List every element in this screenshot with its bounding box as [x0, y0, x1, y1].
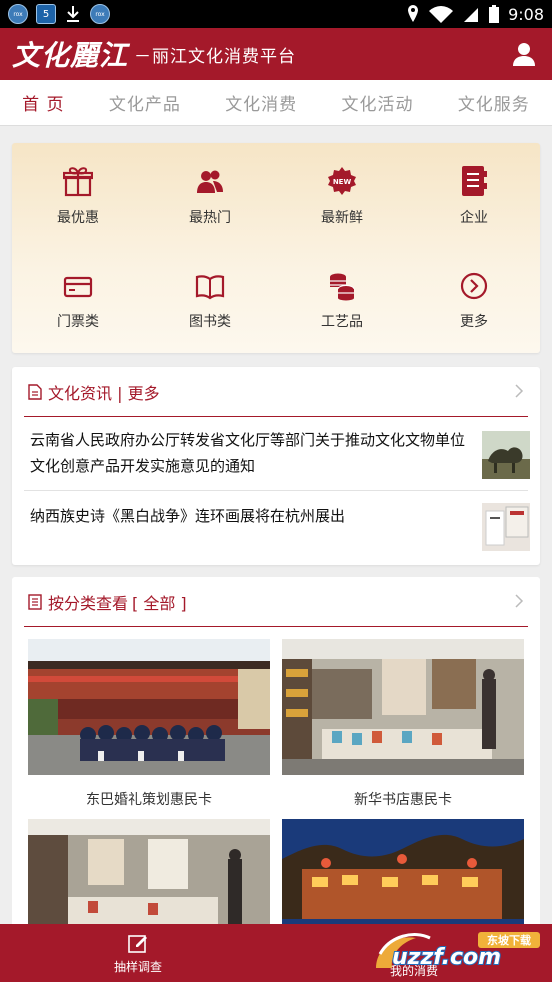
gift-icon	[63, 167, 93, 197]
bookstore-image	[28, 819, 270, 929]
grid-label: 企业	[460, 210, 488, 226]
coins-stack-icon	[330, 273, 355, 301]
watermark: uzzf.com 东坡下载	[366, 924, 546, 982]
cell-signal-icon	[464, 8, 479, 22]
battery-icon	[489, 5, 500, 23]
user-icon[interactable]	[510, 40, 538, 68]
watermark-brand: uzzf.com	[392, 945, 501, 970]
download-icon	[67, 6, 79, 22]
watermark-tag: 东坡下载	[487, 933, 531, 947]
product-caption: 新华书店惠民卡	[354, 792, 452, 808]
list-icon	[28, 593, 42, 610]
people-icon	[197, 170, 223, 193]
product-photo[interactable]	[28, 819, 270, 929]
uzzf-logo: uzzf.com 东坡下载	[376, 932, 540, 971]
category-section: 按分类查看 [ 全部 ] 东巴婚礼策划惠民卡 新华书店惠民卡	[12, 577, 540, 937]
product-photo[interactable]	[28, 639, 270, 775]
location-icon	[408, 5, 419, 22]
category-filter[interactable]: [ 全部 ]	[132, 590, 187, 614]
category-title: 按分类查看	[48, 593, 129, 613]
news-title: 文化资讯 | 更多	[48, 383, 160, 403]
tab-home[interactable]: 首 页	[22, 90, 64, 115]
grid-item-more[interactable]: 更多	[408, 271, 540, 331]
app-logo: 文化麗江	[12, 39, 129, 72]
edit-icon	[128, 935, 147, 953]
app-badge: rox	[13, 10, 23, 18]
chevron-circle-icon	[460, 272, 488, 300]
divider	[24, 490, 528, 491]
grid-item-enterprise[interactable]: 企业	[408, 165, 540, 227]
wifi-icon	[429, 6, 454, 23]
grid-item-tickets[interactable]: 门票类	[12, 273, 144, 331]
news-thumbnail	[482, 431, 530, 479]
category-header[interactable]: 按分类查看 [ 全部 ]	[24, 577, 528, 627]
grid-label: 最新鲜	[321, 210, 363, 226]
app-badge: 5	[42, 8, 50, 20]
grid-item-best-deals[interactable]: 最优惠	[12, 165, 144, 227]
svg-text:NEW: NEW	[333, 178, 352, 186]
ticket-card-icon	[63, 276, 93, 298]
app-header: 文化麗江 －丽江文化消费平台	[0, 28, 552, 80]
app-icon: 5	[36, 4, 56, 24]
new-badge-icon: NEW	[328, 167, 356, 195]
nav-tabs: 首 页 文化产品 文化消费 文化活动 文化服务	[0, 80, 552, 126]
document-icon	[28, 383, 42, 400]
product-photo[interactable]	[282, 819, 524, 929]
news-headline: 云南省人民政府办公厅转发省文化厅等部门关于推动文化文物单位文化创意产品开发实施意…	[30, 431, 466, 475]
open-book-icon	[195, 275, 225, 300]
news-headline: 纳西族史诗《黑白战争》连环画展将在杭州展出	[30, 507, 346, 525]
status-right: 9:08	[406, 4, 544, 24]
bookstore-image	[282, 639, 524, 775]
grid-label: 工艺品	[321, 314, 363, 330]
category-grid: 最优惠 最热门 NEW 最新鲜 企业 门票类 图书类 工艺品 更多	[12, 143, 540, 353]
app-badge: rox	[95, 10, 105, 18]
book-list-icon	[462, 166, 487, 196]
app-icon: rox	[90, 4, 110, 24]
grid-item-books[interactable]: 图书类	[144, 273, 276, 331]
news-item[interactable]: 纳西族史诗《黑白战争》连环画展将在杭州展出	[30, 503, 530, 551]
clock: 9:08	[508, 4, 544, 24]
grid-label: 门票类	[57, 314, 99, 330]
app-slogan: －丽江文化消费平台	[134, 46, 297, 67]
app-icon: rox	[8, 4, 28, 24]
product-caption: 东巴婚礼策划惠民卡	[86, 792, 212, 808]
grid-label: 最热门	[189, 210, 231, 226]
tab-culture-products[interactable]: 文化产品	[109, 90, 181, 115]
grid-item-newest[interactable]: NEW 最新鲜	[276, 165, 408, 227]
courtyard-image	[28, 639, 270, 775]
bottom-nav-label: 抽样调查	[113, 960, 162, 974]
chevron-right-icon[interactable]	[514, 593, 524, 609]
grid-label: 图书类	[189, 314, 231, 330]
news-header[interactable]: 文化资讯 | 更多	[24, 367, 528, 417]
notification-icons: rox 5 rox	[8, 4, 110, 24]
news-section: 文化资讯 | 更多 云南省人民政府办公厅转发省文化厅等部门关于推动文化文物单位文…	[12, 367, 540, 565]
grid-item-crafts[interactable]: 工艺品	[276, 271, 408, 331]
product-photo[interactable]	[282, 639, 524, 775]
grid-label: 更多	[460, 314, 488, 330]
status-bar: rox 5 rox 9:08	[0, 0, 552, 28]
tab-culture-consumption[interactable]: 文化消费	[225, 90, 297, 115]
news-thumbnail	[482, 503, 530, 551]
tab-culture-services[interactable]: 文化服务	[458, 90, 530, 115]
tab-culture-activities[interactable]: 文化活动	[342, 90, 414, 115]
grid-item-most-popular[interactable]: 最热门	[144, 165, 276, 227]
bottom-nav-survey[interactable]: 抽样调查	[100, 932, 176, 975]
news-item[interactable]: 云南省人民政府办公厅转发省文化厅等部门关于推动文化文物单位文化创意产品开发实施意…	[30, 427, 530, 479]
night-street-image	[282, 819, 524, 929]
chevron-right-icon[interactable]	[514, 383, 524, 399]
grid-label: 最优惠	[57, 210, 99, 226]
